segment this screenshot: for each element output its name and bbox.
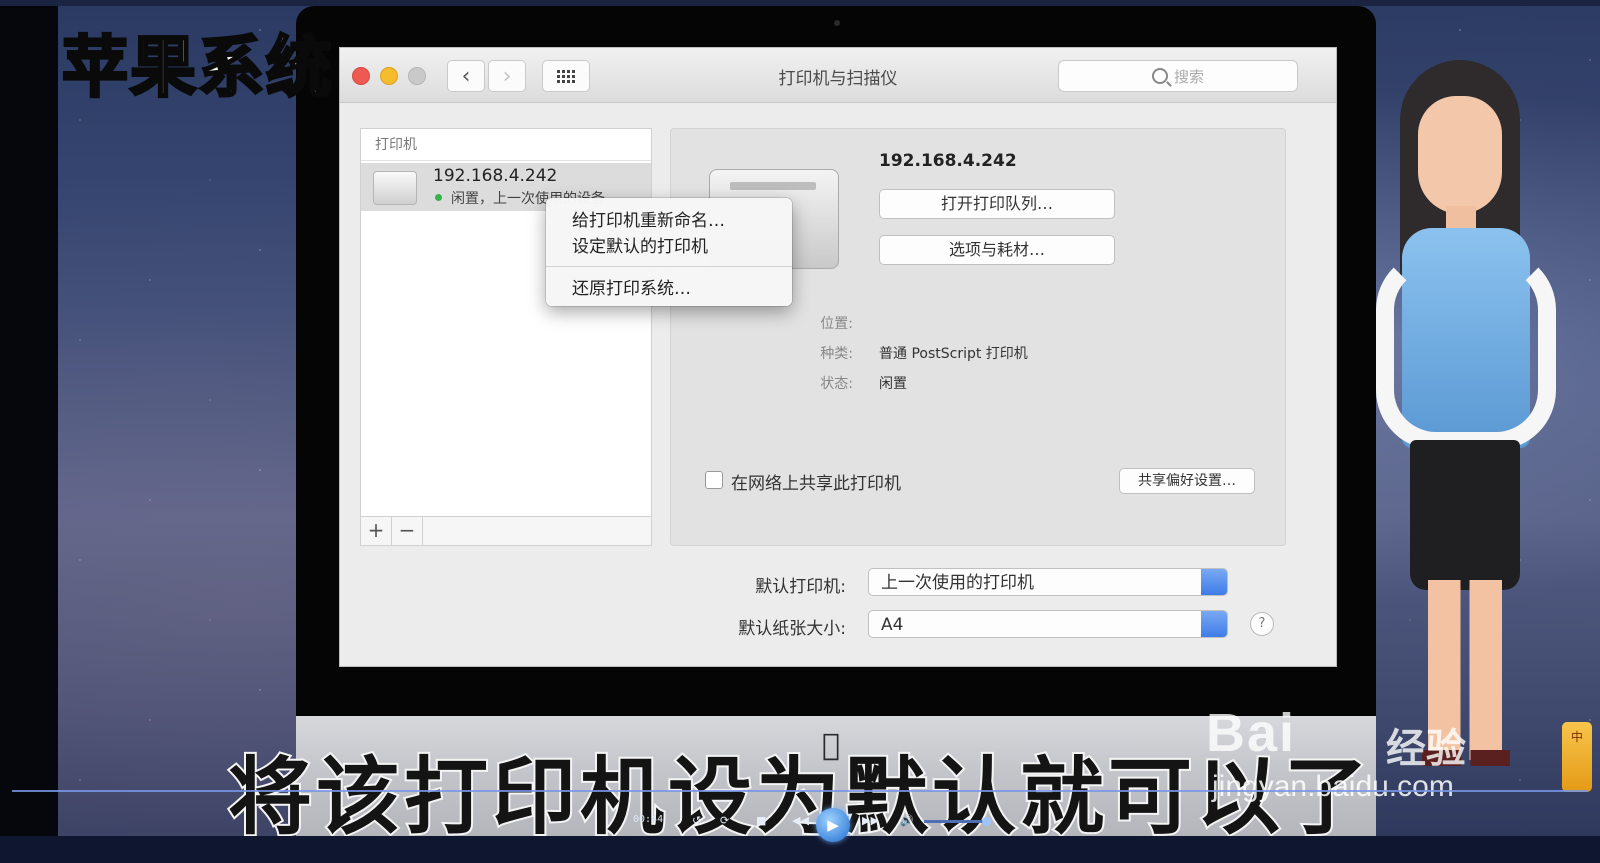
camera-icon xyxy=(834,20,840,26)
default-paper-popup[interactable]: A4 xyxy=(868,610,1228,638)
presenter-arms xyxy=(1376,250,1556,450)
presenter-avatar xyxy=(1370,60,1560,780)
menu-item-rename-printer[interactable]: 给打印机重新命名… xyxy=(572,206,725,231)
menu-item-reset-printing-system[interactable]: 还原打印系统… xyxy=(572,274,691,299)
printer-list: 打印机 192.168.4.242 闲置，上一次使用的设备 + − xyxy=(360,128,652,546)
remove-printer-button[interactable]: − xyxy=(392,517,423,545)
repeat-icon[interactable]: ↺ xyxy=(692,814,701,827)
taskbar-strip xyxy=(0,836,1600,863)
loop-icon[interactable]: ⟳ xyxy=(720,814,729,827)
presenter-face xyxy=(1418,96,1502,214)
printer-item-name: 192.168.4.242 xyxy=(433,166,558,186)
default-paper-label: 默认纸张大小: xyxy=(738,619,846,639)
search-icon xyxy=(1151,68,1168,84)
baidu-jingyan-brand: 经验 xyxy=(1386,726,1466,772)
add-printer-button[interactable]: + xyxy=(361,517,392,545)
share-printer-checkbox[interactable] xyxy=(705,471,723,489)
share-printer-label[interactable]: 在网络上共享此打印机 xyxy=(731,469,901,494)
kind-label: 种类: xyxy=(820,346,853,362)
printer-detail-pane: 192.168.4.242 打开打印队列… 选项与耗材… 位置: 种类: 普通 … xyxy=(670,128,1286,546)
playback-time: 00:44 xyxy=(633,814,664,825)
printer-list-header: 打印机 xyxy=(361,129,651,161)
fast-forward-icon[interactable]: ▶▶ xyxy=(862,814,879,827)
volume-slider[interactable] xyxy=(924,820,988,823)
open-print-queue-button[interactable]: 打开打印队列… xyxy=(879,189,1115,219)
default-printer-label: 默认打印机: xyxy=(755,577,846,597)
status-dot-icon xyxy=(435,194,442,201)
status-label: 状态: xyxy=(820,376,853,392)
presenter-skirt xyxy=(1410,440,1520,590)
menu-separator xyxy=(546,266,792,267)
help-button[interactable]: ? xyxy=(1250,612,1274,636)
status-value: 闲置 xyxy=(879,376,907,392)
location-label: 位置: xyxy=(820,316,853,332)
default-printer-popup[interactable]: 上一次使用的打印机 xyxy=(868,568,1228,596)
play-button[interactable]: ▶ xyxy=(816,808,850,842)
window-titlebar: ‹ › 打印机与扫描仪 搜索 xyxy=(340,48,1336,103)
printer-icon xyxy=(373,171,417,205)
detail-printer-name: 192.168.4.242 xyxy=(879,151,1017,171)
top-caption: 苹果系统 xyxy=(61,28,334,108)
options-supplies-button[interactable]: 选项与耗材… xyxy=(879,235,1115,265)
rewind-icon[interactable]: ◀◀ xyxy=(792,814,809,827)
search-placeholder: 搜索 xyxy=(1173,67,1204,86)
volume-icon[interactable]: 🔊 xyxy=(900,814,914,827)
baidu-logo: Bai xyxy=(1206,703,1297,763)
video-frame:  ‹ › 打印机与扫描仪 搜索 xyxy=(0,0,1600,863)
list-footer: + − xyxy=(361,516,651,545)
menu-item-set-default-printer[interactable]: 设定默认的打印机 xyxy=(572,232,708,257)
sharing-preferences-button[interactable]: 共享偏好设置… xyxy=(1119,468,1255,494)
volume-knob[interactable] xyxy=(982,817,991,826)
seek-bar[interactable] xyxy=(12,790,1588,792)
watermark-url: jingyan.baidu.com xyxy=(1212,770,1454,803)
stop-icon[interactable]: ■ xyxy=(756,814,766,827)
printers-scanners-window: ‹ › 打印机与扫描仪 搜索 打印机 192.168.4.242 闲置，上一次使… xyxy=(340,48,1336,666)
player-controls: 00:44 ↺ ⟳ ■ ◀◀ ▶ ▶▶ 🔊 xyxy=(0,808,1600,842)
printer-context-menu: 给打印机重新命名… 设定默认的打印机 还原打印系统… xyxy=(546,198,792,306)
search-field[interactable]: 搜索 xyxy=(1058,60,1298,92)
kind-value: 普通 PostScript 打印机 xyxy=(879,346,1028,362)
